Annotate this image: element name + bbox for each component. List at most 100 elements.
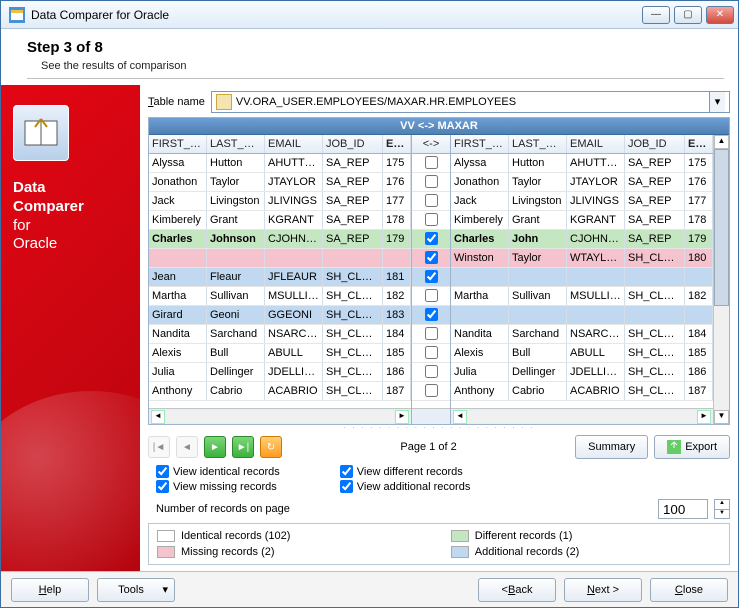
table-cell: Nandita: [149, 325, 207, 343]
table-row[interactable]: MarthaSullivanMSULLIVASH_CLERK182: [451, 287, 713, 306]
export-button[interactable]: Export: [654, 435, 730, 459]
nav-first-button[interactable]: |◄: [148, 436, 170, 458]
table-row[interactable]: NanditaSarchandNSARCHANSH_CLERK184: [451, 325, 713, 344]
table-row[interactable]: AlyssaHuttonAHUTTONSA_REP175: [149, 154, 411, 173]
table-cell: ACABRIO: [265, 382, 323, 400]
column-header[interactable]: FIRST_NAME: [451, 135, 509, 153]
table-row[interactable]: AlexisBullABULLSH_CLERK185: [451, 344, 713, 363]
close-button[interactable]: ✕: [706, 6, 734, 24]
row-compare-checkbox[interactable]: [412, 211, 450, 229]
records-spinner[interactable]: ▲▼: [714, 499, 730, 519]
table-cell: Taylor: [207, 173, 265, 191]
tools-button[interactable]: Tools: [97, 578, 175, 602]
row-compare-checkbox[interactable]: [412, 154, 450, 172]
close-wizard-button[interactable]: Close: [650, 578, 728, 602]
nav-prev-button[interactable]: ◄: [176, 436, 198, 458]
column-header[interactable]: EMP: [685, 135, 713, 153]
right-hscroll[interactable]: ◄►: [451, 408, 713, 424]
table-cell: Dellinger: [509, 363, 567, 381]
column-header[interactable]: JOB_ID: [323, 135, 383, 153]
column-header[interactable]: LAST_NAME: [509, 135, 567, 153]
column-header[interactable]: EMAIL: [567, 135, 625, 153]
row-compare-checkbox[interactable]: [412, 287, 450, 305]
table-row[interactable]: JuliaDellingerJDELLINGSH_CLERK186: [149, 363, 411, 382]
row-compare-checkbox[interactable]: [412, 268, 450, 286]
table-cell: Julia: [149, 363, 207, 381]
table-row[interactable]: JeanFleaurJFLEAURSH_CLERK181: [149, 268, 411, 287]
table-cell: Grant: [509, 211, 567, 229]
table-row[interactable]: AlyssaHuttonAHUTTONSA_REP175: [451, 154, 713, 173]
row-compare-checkbox[interactable]: [412, 192, 450, 210]
table-cell: JLIVINGS: [567, 192, 625, 210]
table-cell: SH_CLERK: [323, 382, 383, 400]
table-row[interactable]: WinstonTaylorWTAYLORSH_CLERK180: [451, 249, 713, 268]
column-header[interactable]: FIRST_NAME: [149, 135, 207, 153]
table-row[interactable]: KimberelyGrantKGRANTSA_REP178: [149, 211, 411, 230]
nav-last-button[interactable]: ►|: [232, 436, 254, 458]
titlebar: Data Comparer for Oracle ― ▢ ✕: [1, 1, 738, 29]
maximize-button[interactable]: ▢: [674, 6, 702, 24]
table-row[interactable]: [149, 249, 411, 268]
summary-button[interactable]: Summary: [575, 435, 648, 459]
table-row[interactable]: AnthonyCabrioACABRIOSH_CLERK187: [149, 382, 411, 401]
vertical-scrollbar[interactable]: ▲▼: [713, 135, 729, 424]
row-compare-checkbox[interactable]: [412, 249, 450, 267]
step-subtitle: See the results of comparison: [27, 60, 724, 79]
window-title: Data Comparer for Oracle: [31, 8, 642, 22]
row-compare-checkbox[interactable]: [412, 173, 450, 191]
table-cell: [567, 306, 625, 324]
grid-title: VV <-> MAXAR: [149, 118, 729, 135]
table-cell: [625, 268, 685, 286]
column-header[interactable]: EMP: [383, 135, 411, 153]
row-compare-checkbox[interactable]: [412, 230, 450, 248]
back-button[interactable]: < Back: [478, 578, 556, 602]
table-cell: Anthony: [451, 382, 509, 400]
table-cell: SA_REP: [625, 173, 685, 191]
dropdown-icon[interactable]: ▾: [709, 92, 725, 112]
minimize-button[interactable]: ―: [642, 6, 670, 24]
nav-next-button[interactable]: ►: [204, 436, 226, 458]
row-compare-checkbox[interactable]: [412, 325, 450, 343]
table-row[interactable]: KimberelyGrantKGRANTSA_REP178: [451, 211, 713, 230]
table-cell: Taylor: [509, 173, 567, 191]
table-row[interactable]: AlexisBullABULLSH_CLERK185: [149, 344, 411, 363]
column-header[interactable]: JOB_ID: [625, 135, 685, 153]
view-missing-checkbox[interactable]: View missing records: [156, 480, 280, 493]
table-row[interactable]: JonathonTaylorJTAYLORSA_REP176: [451, 173, 713, 192]
column-header[interactable]: LAST_NAME: [207, 135, 265, 153]
next-button[interactable]: Next >: [564, 578, 642, 602]
row-compare-checkbox[interactable]: [412, 363, 450, 381]
row-compare-checkbox[interactable]: [412, 306, 450, 324]
view-different-checkbox[interactable]: View different records: [340, 465, 471, 478]
help-button[interactable]: Help: [11, 578, 89, 602]
nav-refresh-button[interactable]: ↻: [260, 436, 282, 458]
table-row[interactable]: CharlesJohnsonCJOHNSONSA_REP179: [149, 230, 411, 249]
left-hscroll[interactable]: ◄►: [149, 408, 411, 424]
records-per-page-input[interactable]: [658, 499, 708, 519]
table-row[interactable]: [451, 268, 713, 287]
table-row[interactable]: AnthonyCabrioACABRIOSH_CLERK187: [451, 382, 713, 401]
row-compare-checkbox[interactable]: [412, 344, 450, 362]
table-cell: Sarchand: [509, 325, 567, 343]
view-identical-checkbox[interactable]: View identical records: [156, 465, 280, 478]
table-row[interactable]: JackLivingstonJLIVINGSSA_REP177: [451, 192, 713, 211]
table-name-select[interactable]: VV.ORA_USER.EMPLOYEES/MAXAR.HR.EMPLOYEES…: [211, 91, 730, 113]
row-compare-checkbox[interactable]: [412, 382, 450, 400]
table-row[interactable]: CharlesJohnCJOHNSONSA_REP179: [451, 230, 713, 249]
table-cell: SH_CLERK: [323, 344, 383, 362]
view-additional-checkbox[interactable]: View additional records: [340, 480, 471, 493]
table-cell: Taylor: [509, 249, 567, 267]
table-row[interactable]: JackLivingstonJLIVINGSSA_REP177: [149, 192, 411, 211]
table-row[interactable]: [451, 306, 713, 325]
table-cell: Anthony: [149, 382, 207, 400]
table-row[interactable]: JonathonTaylorJTAYLORSA_REP176: [149, 173, 411, 192]
table-cell: JLIVINGS: [265, 192, 323, 210]
table-row[interactable]: MarthaSullivanMSULLIVASH_CLERK182: [149, 287, 411, 306]
table-cell: [323, 249, 383, 267]
column-header[interactable]: EMAIL: [265, 135, 323, 153]
table-row[interactable]: JuliaDellingerJDELLINGSH_CLERK186: [451, 363, 713, 382]
table-row[interactable]: GirardGeoniGGEONISH_CLERK183: [149, 306, 411, 325]
table-cell: Sullivan: [207, 287, 265, 305]
table-row[interactable]: NanditaSarchandNSARCHANSH_CLERK184: [149, 325, 411, 344]
table-cell: Cabrio: [509, 382, 567, 400]
